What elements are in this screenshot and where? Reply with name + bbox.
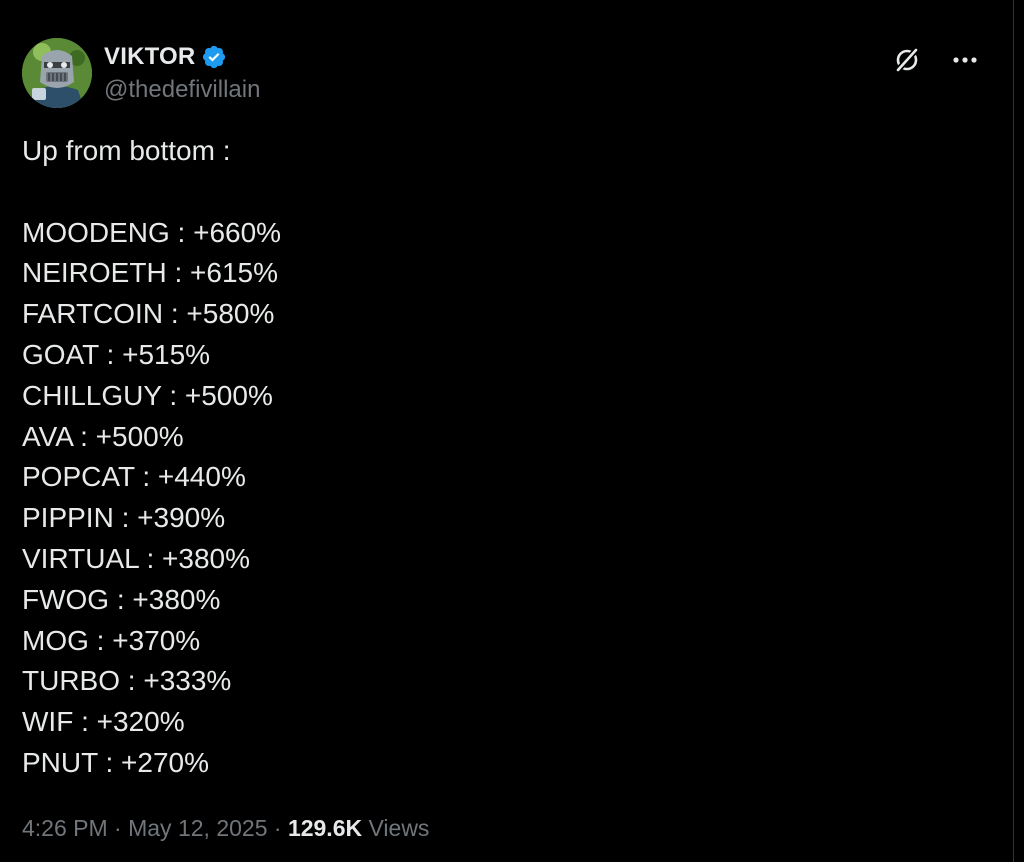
list-item: VIRTUAL : +380% — [22, 542, 251, 574]
masked-villain-avatar-icon — [22, 38, 92, 108]
list-item: MOODENG : +660% — [22, 216, 282, 248]
views-label: Views — [368, 815, 430, 841]
post-date[interactable]: May 12, 2025 — [128, 815, 267, 841]
list-item: GOAT : +515% — [22, 338, 211, 370]
tweet-meta: 4:26 PM · May 12, 2025 · 129.6K Views — [22, 815, 429, 842]
display-name[interactable]: VIKTOR — [104, 43, 195, 71]
post-time[interactable]: 4:26 PM — [22, 815, 108, 841]
tweet-header: VIKTOR @thedefivillain — [22, 38, 983, 110]
meta-separator: · — [114, 815, 122, 841]
gains-list: MOODENG : +660% NEIROETH : +615% FARTCOI… — [22, 213, 922, 784]
header-actions — [889, 42, 983, 78]
views-count: 129.6K — [287, 815, 363, 841]
tweet-body: Up from bottom : MOODENG : +660% NEIROET… — [22, 131, 922, 784]
list-item: POPCAT : +440% — [22, 461, 246, 493]
list-item: CHILLGUY : +500% — [22, 379, 273, 411]
more-dots-icon[interactable] — [947, 42, 983, 78]
author-identity: VIKTOR @thedefivillain — [104, 42, 260, 104]
list-item: WIF : +320% — [22, 706, 185, 738]
list-item: TURBO : +333% — [22, 665, 232, 697]
meta-separator: · — [273, 815, 282, 841]
avatar[interactable] — [22, 38, 92, 108]
list-item: NEIROETH : +615% — [22, 257, 278, 289]
verified-badge-icon[interactable] — [201, 44, 227, 70]
list-item: MOG : +370% — [22, 624, 201, 656]
list-item: FARTCOIN : +580% — [22, 298, 275, 330]
intro-text: Up from bottom : — [22, 135, 231, 166]
name-row: VIKTOR — [104, 42, 260, 72]
tweet-card: VIKTOR @thedefivillain Up from bottom: … — [0, 0, 1014, 862]
list-item: PIPPIN : +390% — [22, 502, 226, 534]
list-item: PNUT : +270% — [22, 746, 210, 778]
list-item: AVA : +500% — [22, 420, 184, 452]
list-item: FWOG : +380% — [22, 583, 221, 615]
author-handle[interactable]: @thedefivillain — [104, 76, 260, 104]
grok-slash-icon[interactable] — [889, 42, 925, 78]
